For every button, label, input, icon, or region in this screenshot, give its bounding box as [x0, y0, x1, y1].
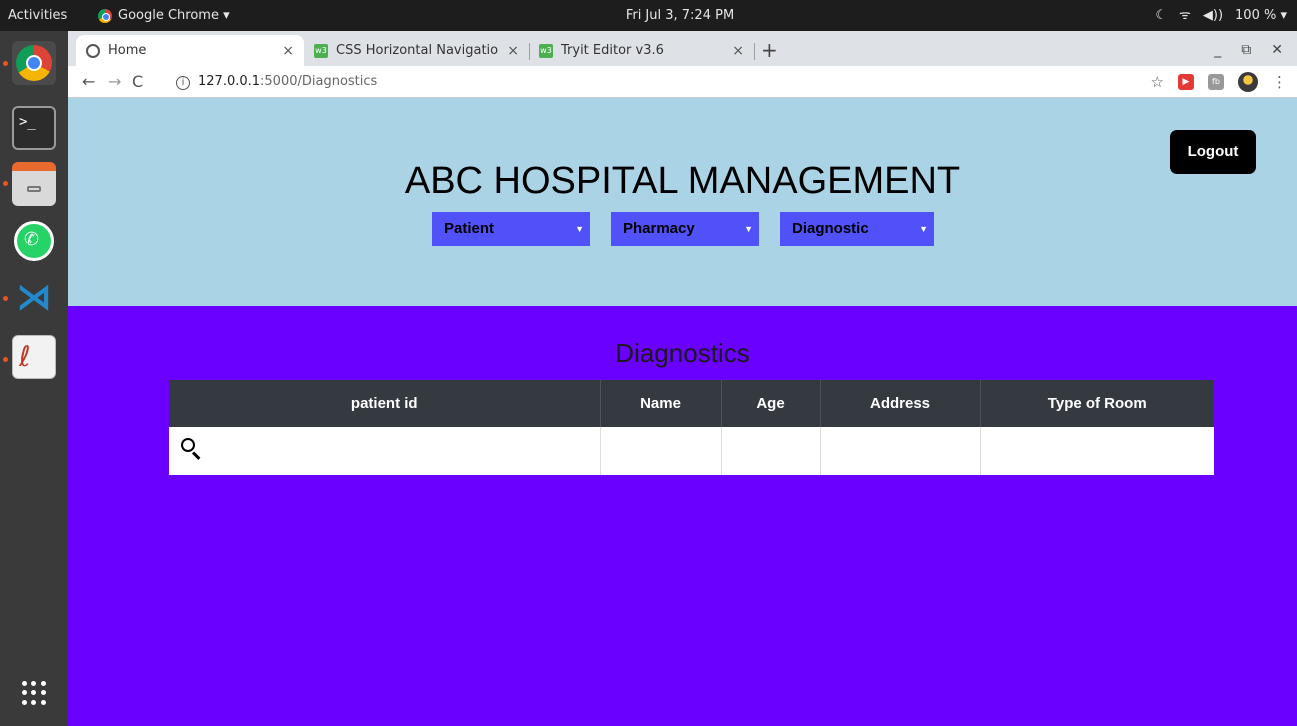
new-tab-button[interactable]: +	[761, 35, 778, 66]
extension-icon[interactable]: ▶	[1178, 74, 1194, 90]
chrome-core	[26, 55, 42, 71]
caret-down-icon: ▼	[919, 224, 928, 234]
logout-button[interactable]: Logout	[1170, 130, 1256, 174]
whatsapp-icon[interactable]: ✆	[12, 219, 56, 263]
scribble-glyph: ℓ	[19, 340, 31, 373]
caret-down-icon: ▼	[744, 224, 753, 234]
back-button[interactable]: ←	[82, 66, 95, 98]
tab-tryit-editor[interactable]: w3 Tryit Editor v3.6 ×	[529, 35, 754, 66]
page-title: ABC HOSPITAL MANAGEMENT	[404, 160, 961, 202]
address-bar[interactable]: i 127.0.0.1:5000/Diagnostics	[168, 69, 1138, 95]
close-window-icon[interactable]: ✕	[1271, 35, 1283, 66]
vscode-icon[interactable]: ⋊	[12, 276, 56, 320]
diagnostics-table: patient id Name Age Address Type of Room	[169, 380, 1214, 475]
tab-css-navigation[interactable]: w3 CSS Horizontal Navigatio ×	[304, 35, 529, 66]
w3schools-icon: w3	[314, 43, 328, 58]
night-light-icon: ☾	[1155, 8, 1167, 23]
tab-home[interactable]: Home ×	[76, 35, 304, 66]
url-path: :5000/Diagnostics	[260, 74, 378, 89]
table-cell	[600, 427, 722, 475]
close-icon[interactable]: ×	[507, 43, 519, 59]
bookmark-star-icon[interactable]: ☆	[1151, 73, 1164, 91]
system-top-bar: Activities Google Chrome ▾ Fri Jul 3, 7:…	[0, 0, 1297, 31]
w3schools-icon: w3	[539, 43, 553, 58]
globe-icon	[86, 43, 100, 58]
tab-strip: Home × w3 CSS Horizontal Navigatio × w3 …	[68, 31, 1297, 66]
handle	[191, 450, 201, 460]
section-heading: Diagnostics	[615, 338, 750, 368]
close-icon[interactable]: ×	[732, 43, 744, 59]
restore-icon[interactable]: ⧉	[1241, 35, 1251, 66]
search-icon[interactable]	[181, 437, 203, 460]
pharmacy-dropdown[interactable]: Pharmacy ▼	[611, 212, 759, 246]
chrome-menu-icon[interactable]: ⋮	[1272, 73, 1287, 91]
column-header-age: Age	[721, 380, 821, 427]
profile-avatar[interactable]	[1238, 72, 1258, 92]
tab-separator	[754, 43, 755, 60]
column-header-type-of-room: Type of Room	[980, 380, 1214, 427]
running-indicator	[3, 357, 8, 362]
forward-button[interactable]: →	[108, 66, 121, 98]
window-controls: _ ⧉ ✕	[1214, 35, 1283, 66]
table-cell	[980, 427, 1214, 475]
terminal-icon[interactable]: >_	[12, 106, 56, 150]
column-header-patient-id: patient id	[169, 380, 601, 427]
browser-toolbar: ← → C i 127.0.0.1:5000/Diagnostics ☆ ▶ fb…	[68, 66, 1297, 98]
files-icon[interactable]	[12, 162, 56, 206]
page-body: ABC HOSPITAL MANAGEMENT Logout Patient ▼…	[68, 98, 1297, 726]
diagnostic-dropdown[interactable]: Diagnostic ▼	[780, 212, 934, 246]
dropdown-label: Diagnostic	[792, 220, 869, 237]
table-cell	[721, 427, 821, 475]
running-indicator	[3, 61, 8, 66]
dropdown-label: Patient	[444, 220, 495, 237]
apps-grid	[22, 681, 46, 705]
tab-title: CSS Horizontal Navigatio	[336, 43, 499, 58]
reload-button[interactable]: C	[132, 66, 143, 98]
running-indicator	[3, 296, 8, 301]
chrome-icon[interactable]	[12, 41, 56, 85]
table-row	[169, 427, 1214, 475]
site-header: ABC HOSPITAL MANAGEMENT Logout Patient ▼…	[68, 98, 1297, 306]
patient-dropdown[interactable]: Patient ▼	[432, 212, 590, 246]
text-editor-icon[interactable]: ℓ	[12, 335, 56, 379]
patient-id-search-cell[interactable]	[169, 427, 601, 475]
tab-title: Tryit Editor v3.6	[561, 43, 664, 58]
phone-icon: ✆	[24, 229, 40, 250]
dropdown-label: Pharmacy	[623, 220, 695, 237]
drawer-slot	[27, 186, 41, 192]
minimize-icon[interactable]: _	[1214, 35, 1221, 66]
url-host: 127.0.0.1	[198, 74, 261, 89]
lens	[181, 437, 195, 452]
caret-down-icon: ▼	[575, 224, 584, 234]
wifi-icon: ᯤ	[1179, 8, 1191, 23]
running-indicator	[3, 181, 8, 186]
status-area[interactable]: ☾ ᯤ ◀)) 100 % ▾	[1155, 0, 1287, 31]
volume-icon: ◀))	[1202, 8, 1224, 23]
table-header-row: patient id Name Age Address Type of Room	[169, 380, 1214, 427]
column-header-address: Address	[820, 380, 981, 427]
table-cell	[820, 427, 981, 475]
column-header-name: Name	[600, 380, 722, 427]
tab-title: Home	[108, 43, 147, 58]
dock: >_ ✆ ⋊ ℓ	[0, 31, 68, 726]
info-icon[interactable]: i	[176, 76, 190, 90]
vscode-glyph: ⋊	[16, 277, 52, 318]
close-icon[interactable]: ×	[282, 43, 294, 59]
clock[interactable]: Fri Jul 3, 7:24 PM	[0, 0, 1297, 31]
extension-icon[interactable]: fb	[1208, 74, 1224, 90]
toolbar-actions: ☆ ▶ fb ⋮	[1151, 66, 1287, 98]
show-apps-icon[interactable]	[12, 671, 56, 715]
battery-indicator: 100 % ▾	[1235, 8, 1287, 23]
